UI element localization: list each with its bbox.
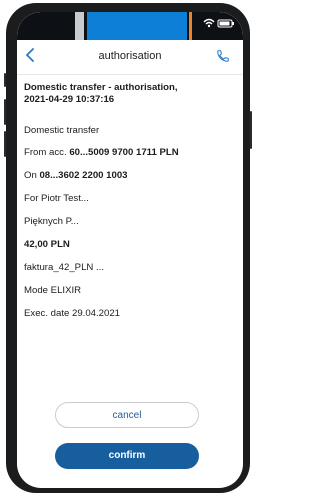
transfer-details: Domestic transfer - authorisation, 2021-…: [24, 82, 234, 319]
screen: authorisation Domestic transfer - author…: [17, 12, 243, 488]
status-bar-segment: [75, 12, 84, 40]
execution-date: Exec. date 29.04.2021: [24, 308, 121, 319]
call-button[interactable]: [216, 49, 230, 68]
cancel-button[interactable]: cancel: [55, 402, 199, 428]
status-bar-segment: [87, 12, 187, 40]
from-account-label: From acc.: [24, 147, 70, 158]
transfer-mode: Mode ELIXIR: [24, 285, 82, 296]
wifi-icon: [203, 18, 234, 28]
status-icons: [203, 18, 235, 30]
details-header: Domestic transfer - authorisation, 2021-…: [24, 82, 234, 106]
transfer-type: Domestic transfer: [24, 125, 100, 136]
on-account-number: 08...3602 2200 1003: [39, 170, 128, 181]
transfer-amount: 42,00 PLN: [24, 239, 70, 250]
volume-up-button: [4, 99, 6, 125]
header-timestamp: 2021-04-29 10:37:16: [24, 94, 115, 105]
from-account: From acc. 60...5009 9700 1711 PLN: [24, 147, 179, 158]
nav-bar: authorisation: [17, 40, 243, 75]
mute-switch: [4, 73, 6, 87]
on-account: On 08...3602 2200 1003: [24, 170, 128, 181]
volume-down-button: [4, 131, 6, 157]
recipient-name: For Piotr Test...: [24, 193, 89, 204]
transfer-title: faktura_42_PLN ...: [24, 262, 104, 273]
status-bar-segment: [189, 12, 192, 40]
on-account-label: On: [24, 170, 40, 181]
phone-icon: [217, 50, 229, 62]
from-account-number: 60...5009 9700 1711 PLN: [69, 147, 179, 158]
power-button: [250, 111, 252, 149]
recipient-address: Pięknych P...: [24, 216, 79, 227]
page-title: authorisation: [98, 50, 162, 62]
status-bar: [17, 12, 243, 40]
confirm-button[interactable]: confirm: [55, 443, 199, 469]
header-title: Domestic transfer - authorisation,: [24, 82, 178, 93]
